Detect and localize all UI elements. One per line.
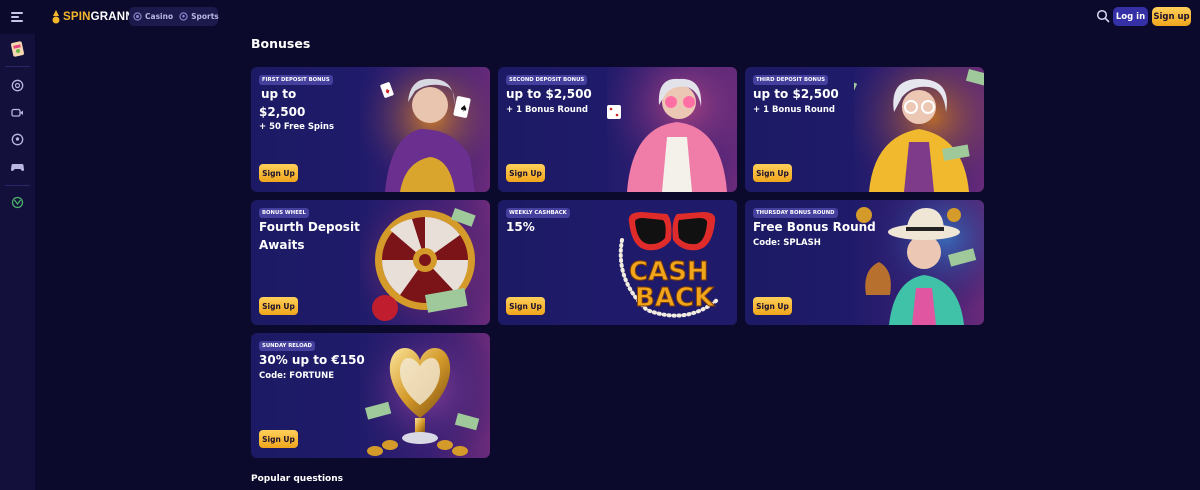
games-icon[interactable] (9, 158, 26, 175)
bonus-headline: up to $2,500 (753, 87, 839, 101)
bonus-tag: Bonus Wheel (259, 208, 309, 218)
bonus-headline: 30% up to €150 (259, 353, 365, 367)
top-bar: SPINGRANNY Casino Sports Log in Sign up (0, 0, 1200, 34)
popular-questions-heading: Popular questions (251, 474, 344, 484)
bonus-tag: Third Deposit Bonus (753, 75, 829, 85)
casino-icon[interactable] (9, 77, 26, 94)
tab-casino[interactable]: Casino (133, 12, 173, 21)
bonus-code: Code: FORTUNE (259, 371, 335, 381)
sidebar (0, 34, 35, 490)
search-icon[interactable] (1096, 9, 1110, 23)
live-casino-icon[interactable] (9, 104, 26, 121)
tab-sports[interactable]: Sports (179, 12, 219, 21)
bonus-tag: Second Deposit Bonus (506, 75, 588, 85)
cashback-illustration: CASH BACK (607, 200, 737, 325)
sidebar-divider (5, 66, 30, 67)
bonus-extra: + 1 Bonus Round (753, 105, 835, 115)
login-button[interactable]: Log in (1113, 7, 1148, 26)
sports-ball-icon (179, 12, 188, 21)
cashback-word-2: BACK (635, 283, 715, 313)
bonus-headline: up to (261, 87, 297, 101)
bonus-card-bonus-wheel[interactable]: Bonus Wheel Fourth Deposit Awaits Sign U… (251, 200, 490, 325)
granny-hat-illustration (854, 200, 984, 325)
sign-up-button[interactable]: Sign Up (506, 297, 545, 315)
sidebar-divider (5, 185, 30, 186)
bonus-extra: + 50 Free Spins (259, 122, 335, 132)
product-switcher: Casino Sports (129, 7, 219, 26)
page-title: Bonuses (251, 36, 311, 51)
bonus-tag: First Deposit Bonus (259, 75, 333, 85)
promo-icon[interactable] (9, 40, 26, 57)
logo-icon (52, 10, 60, 24)
bonus-headline: Free Bonus Round (753, 220, 876, 234)
sign-up-button[interactable]: Sign Up (506, 164, 545, 182)
bonus-card-second-deposit[interactable]: Second Deposit Bonus up to $2,500 + 1 Bo… (498, 67, 737, 192)
bonus-headline: 15% (506, 220, 535, 234)
bonus-card-first-deposit[interactable]: ♠ ♦ First Deposit Bonus up to $2,500 + 5… (251, 67, 490, 192)
bonus-card-thursday-bonus-round[interactable]: Thursday Bonus Round Free Bonus Round Co… (745, 200, 984, 325)
golden-heart-trophy-illustration (360, 333, 490, 458)
menu-icon[interactable] (11, 12, 23, 22)
sign-up-button[interactable]: Sign Up (259, 164, 298, 182)
bonus-extra: + 1 Bonus Round (506, 105, 588, 115)
bonus-wheel-illustration (360, 200, 490, 325)
bonus-tag: Weekly Cashback (506, 208, 570, 218)
bonus-headline: up to $2,500 (506, 87, 592, 101)
esports-icon[interactable] (9, 194, 26, 211)
casino-chip-icon (133, 12, 142, 21)
bonus-tag: Sunday Reload (259, 341, 315, 351)
granny-yellow-illustration (854, 67, 984, 192)
granny-cards-illustration: ♠ ♦ (360, 67, 490, 192)
sign-up-button[interactable]: Sign Up (753, 164, 792, 182)
bonus-amount: $2,500 (259, 105, 306, 119)
bonus-card-third-deposit[interactable]: Third Deposit Bonus up to $2,500 + 1 Bon… (745, 67, 984, 192)
bonus-tag: Thursday Bonus Round (753, 208, 838, 218)
granny-pink-illustration (607, 67, 737, 192)
sign-up-button[interactable]: Sign Up (259, 430, 298, 448)
sign-up-button[interactable]: Sign Up (259, 297, 298, 315)
sports-icon[interactable] (9, 131, 26, 148)
bonus-headline-2: Awaits (259, 238, 305, 252)
bonus-card-weekly-cashback[interactable]: CASH BACK Weekly Cashback 15% Sign Up (498, 200, 737, 325)
signup-button[interactable]: Sign up (1152, 7, 1191, 26)
sign-up-button[interactable]: Sign Up (753, 297, 792, 315)
bonus-headline: Fourth Deposit (259, 220, 360, 234)
bonus-card-sunday-reload[interactable]: Sunday Reload 30% up to €150 Code: FORTU… (251, 333, 490, 458)
bonus-code: Code: SPLASH (753, 238, 821, 248)
